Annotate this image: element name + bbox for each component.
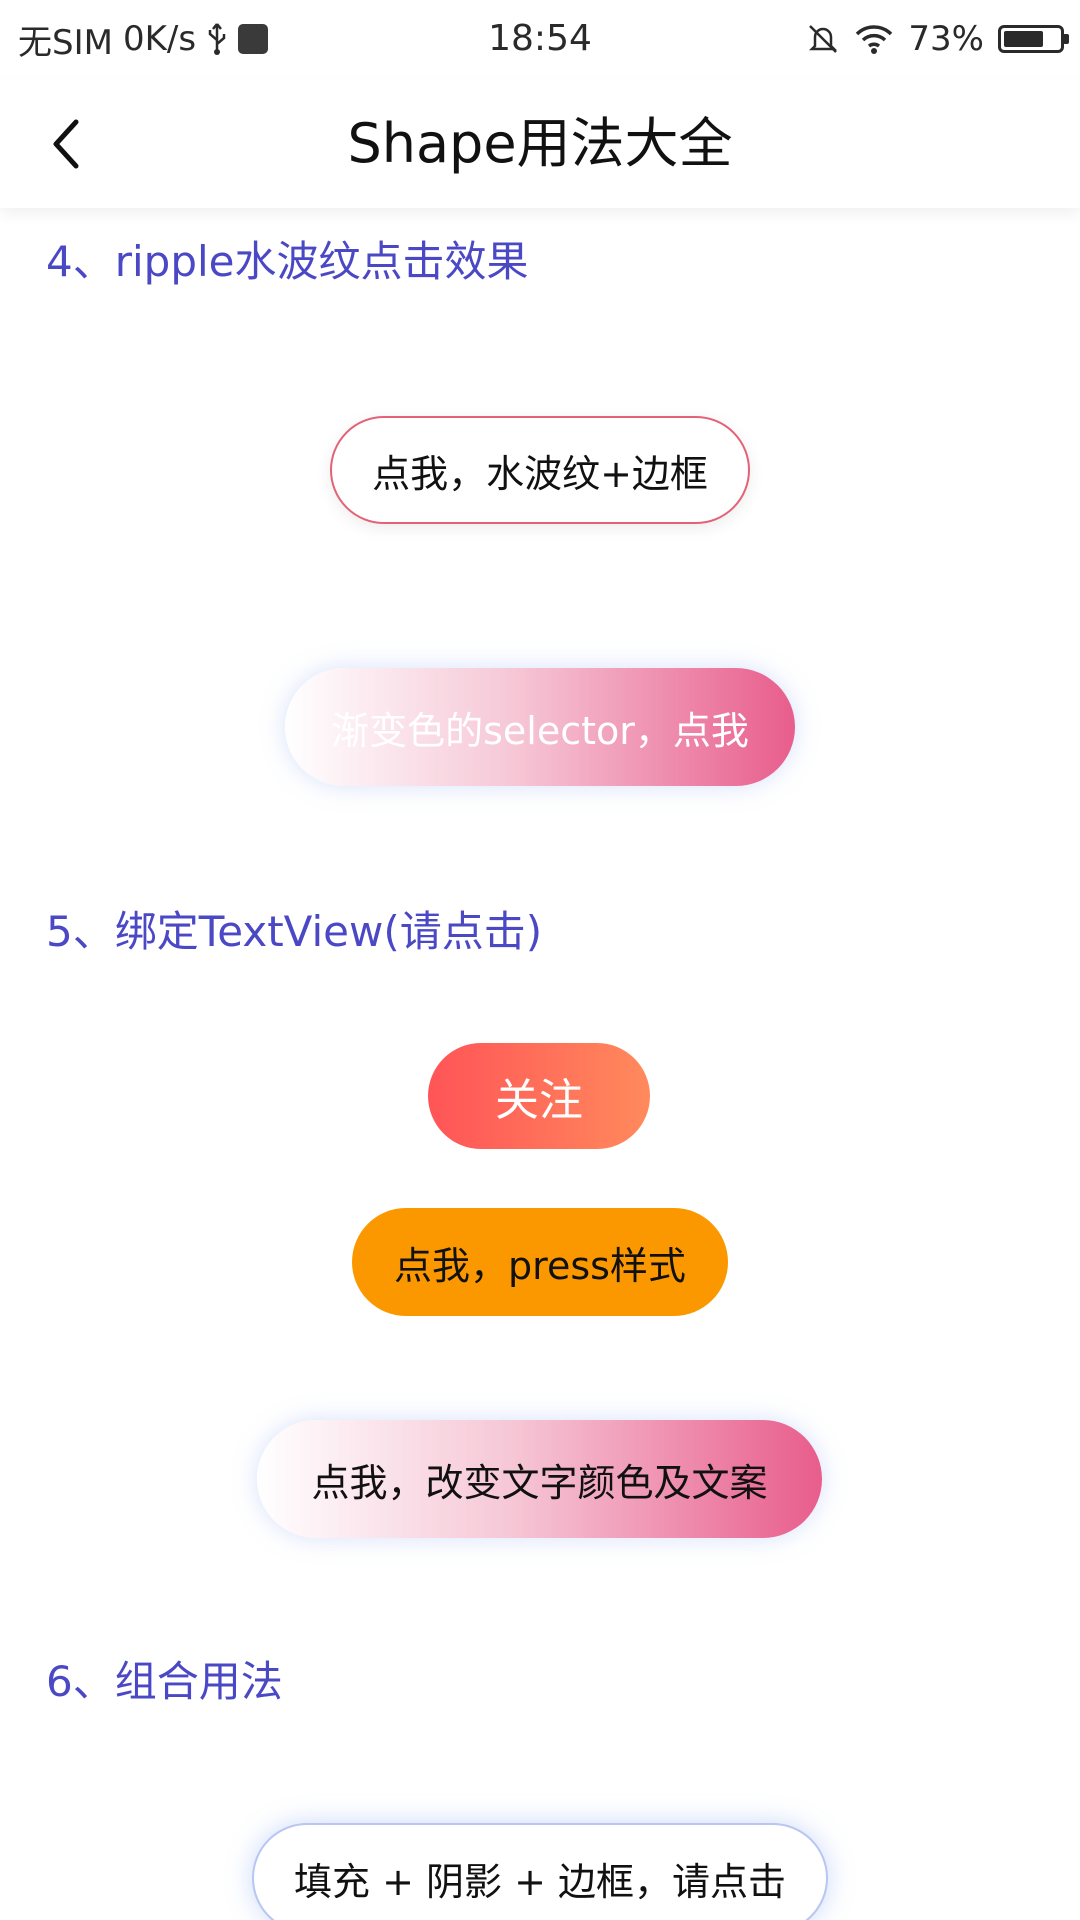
status-bar: 无SIM 0K/s 18:54 73% — [0, 0, 1080, 80]
battery-icon — [998, 25, 1069, 53]
mute-icon — [809, 25, 838, 53]
ripple-border-button[interactable]: 点我，水波纹+边框 — [330, 416, 750, 524]
page-title: Shape用法大全 — [347, 112, 733, 175]
gradient-selector-button[interactable]: 渐变色的selector，点我 — [285, 668, 795, 786]
section-title-textview: 5、绑定TextView(请点击) — [46, 907, 543, 956]
status-right: 73% — [806, 14, 1069, 64]
battery-percent: 73% — [908, 19, 984, 59]
battery-level-fill — [1004, 31, 1044, 47]
follow-button[interactable]: 关注 — [428, 1043, 650, 1149]
section-title-combo: 6、组合用法 — [46, 1657, 283, 1706]
press-style-button[interactable]: 点我，press样式 — [352, 1208, 728, 1316]
content-scroll[interactable]: 4、ripple水波纹点击效果 点我，水波纹+边框 渐变色的selector，点… — [0, 208, 1080, 1920]
title-bar: Shape用法大全 — [0, 80, 1080, 208]
combo-style-button[interactable]: 填充 + 阴影 + 边框，请点击 — [252, 1823, 828, 1920]
change-text-color-button[interactable]: 点我，改变文字颜色及文案 — [257, 1420, 822, 1538]
section-title-ripple: 4、ripple水波纹点击效果 — [46, 237, 529, 286]
wifi-icon — [856, 25, 893, 54]
